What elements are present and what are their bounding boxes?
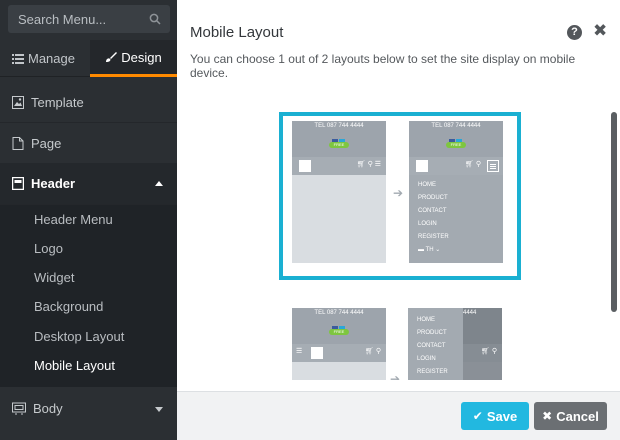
brush-icon (106, 52, 118, 62)
tab-design[interactable]: Design (90, 40, 177, 77)
cart-search-icons: 🛒︎ ⚲ (365, 348, 381, 355)
tab-manage[interactable]: Manage (12, 40, 90, 77)
phone-preview-open: 4444 🛒︎ ⚲ HOME PRODUCT CONTACT LOGIN REG… (408, 308, 502, 380)
header-layout-icon (12, 177, 24, 190)
cart-search-icons: 🛒︎ ⚲ (465, 161, 481, 168)
list-icon (12, 53, 24, 64)
header-submenu: Header Menu Logo Widget Background Deskt… (0, 205, 177, 387)
preview-topbar: TEL 087 744 4444 FREE (292, 308, 386, 344)
preview-badge: FREE (329, 142, 349, 148)
preview-lang-label: TH (425, 247, 434, 253)
body-layout-icon (12, 402, 26, 415)
preview-menu-item: CONTACT (417, 343, 446, 349)
preview-menu-item: LOGIN (418, 221, 437, 227)
preview-topbar: TEL 087 744 4444 FREE (409, 121, 503, 157)
social-icons (332, 132, 346, 145)
save-button[interactable]: ✔ Save (461, 402, 529, 430)
preview-menu-item: HOME (418, 182, 436, 188)
chevron-down-icon (155, 407, 163, 412)
preview-topbar: TEL 087 744 4444 FREE (292, 121, 386, 157)
preview-navbar: ☰ 🛒︎ ⚲ (292, 344, 386, 362)
search-icon[interactable] (149, 13, 161, 25)
save-button-label: Save (486, 408, 518, 424)
preview-menu: HOME PRODUCT CONTACT LOGIN REGISTER ▬ TH… (409, 175, 503, 263)
preview-logo (299, 160, 311, 172)
close-icon: ✖ (542, 409, 553, 423)
layout-option-1[interactable]: TEL 087 744 4444 FREE 🛒︎ ⚲ ☰ ➔ TEL 087 7… (279, 112, 521, 280)
preview-menu-item: PRODUCT (418, 195, 448, 201)
main-panel: Mobile Layout ? ✖ You can choose 1 out o… (177, 0, 620, 440)
preview-menu-item: PRODUCT (417, 330, 447, 336)
page-title: Mobile Layout (190, 24, 284, 41)
sidebar-item-logo[interactable]: Logo (34, 241, 63, 256)
panel-description: You can choose 1 out of 2 layouts below … (190, 52, 576, 80)
preview-menu-item: LOGIN (417, 356, 436, 362)
arrow-right-icon: ➔ (390, 372, 401, 380)
preview-lang: ▬ TH ⌄ (418, 247, 441, 253)
app-root: Search Menu... Manage Design Template Pa… (0, 0, 620, 440)
sidebar-item-header[interactable]: Header (0, 163, 177, 205)
check-icon: ✔ (472, 409, 483, 423)
search-input[interactable]: Search Menu... (18, 12, 106, 27)
phone-preview-open: TEL 087 744 4444 FREE 🛒︎ ⚲ HOME PRODUCT … (409, 121, 503, 263)
sidebar: Search Menu... Manage Design Template Pa… (0, 0, 177, 440)
phone-preview-closed: TEL 087 744 4444 FREE 🛒︎ ⚲ ☰ (292, 121, 386, 263)
preview-tel: 4444 (463, 310, 477, 316)
arrow-right-icon: ➔ (393, 186, 404, 200)
cancel-button-label: Cancel (556, 408, 599, 424)
preview-logo (416, 160, 428, 172)
question-circle-icon[interactable]: ? (567, 25, 582, 40)
sidebar-item-body-label: Body (33, 400, 63, 416)
sidebar-item-page[interactable]: Page (0, 124, 177, 164)
preview-tel: TEL 087 744 4444 (314, 123, 364, 129)
hamburger-icon: ☰ (296, 348, 303, 355)
preview-navbar: 🛒︎ ⚲ (409, 157, 503, 175)
social-icons (449, 132, 463, 145)
sidebar-item-widget[interactable]: Widget (34, 270, 74, 285)
social-icons (332, 319, 346, 332)
sidebar-item-header-label: Header (31, 176, 76, 191)
search-box[interactable]: Search Menu... (8, 5, 170, 33)
sidebar-tabs: Manage Design (0, 40, 177, 77)
sidebar-item-background[interactable]: Background (34, 299, 103, 314)
hamburger-icon (487, 160, 499, 172)
sidebar-item-desktop-layout[interactable]: Desktop Layout (34, 329, 124, 344)
close-icon[interactable]: ✖ (593, 21, 607, 41)
preview-tel: TEL 087 744 4444 (431, 123, 481, 129)
tab-manage-label: Manage (28, 51, 75, 66)
preview-menu-item: CONTACT (418, 208, 447, 214)
preview-menu-item: HOME (417, 317, 435, 323)
scrollbar-thumb[interactable] (611, 112, 617, 312)
sidebar-item-template-label: Template (31, 95, 84, 110)
layout-options: TEL 087 744 4444 FREE 🛒︎ ⚲ ☰ ➔ TEL 087 7… (177, 95, 620, 380)
preview-menu-item: REGISTER (418, 234, 449, 240)
cancel-button[interactable]: ✖ Cancel (534, 402, 607, 430)
file-icon (12, 137, 24, 150)
preview-tel: TEL 087 744 4444 (314, 310, 364, 316)
sidebar-item-body[interactable]: Body (0, 388, 177, 428)
sidebar-item-mobile-layout[interactable]: Mobile Layout (34, 358, 115, 373)
tab-design-label: Design (121, 49, 162, 65)
sidebar-item-header-menu[interactable]: Header Menu (34, 212, 113, 227)
sidebar-item-template[interactable]: Template (0, 83, 177, 123)
preview-menu-item: REGISTER (417, 369, 448, 375)
cart-search-menu-icons: 🛒︎ ⚲ ☰ (356, 161, 381, 168)
chevron-up-icon (155, 181, 163, 186)
image-icon (12, 96, 24, 109)
cart-search-icons: 🛒︎ ⚲ (481, 348, 497, 355)
preview-badge: FREE (329, 329, 349, 335)
layout-option-2[interactable]: TEL 087 744 4444 FREE ☰ 🛒︎ ⚲ ➔ 4444 🛒︎ ⚲… (292, 308, 534, 380)
preview-logo (311, 347, 323, 359)
panel-footer: ✔ Save ✖ Cancel (177, 391, 620, 440)
sidebar-item-page-label: Page (31, 136, 62, 151)
preview-badge: FREE (446, 142, 466, 148)
preview-navbar: 🛒︎ ⚲ ☰ (292, 157, 386, 175)
phone-preview-closed: TEL 087 744 4444 FREE ☰ 🛒︎ ⚲ (292, 308, 386, 380)
preview-side-menu: HOME PRODUCT CONTACT LOGIN REGISTER (408, 308, 463, 380)
